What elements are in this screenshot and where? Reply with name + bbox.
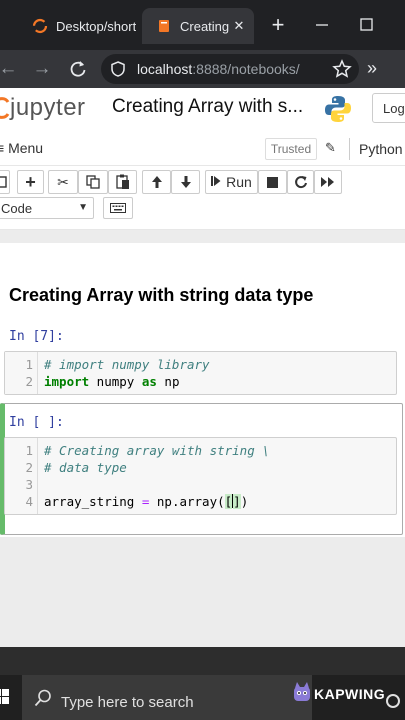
trusted-indicator[interactable]: Trusted [265,138,317,160]
url-text[interactable]: localhost:8888/notebooks/ [137,61,323,77]
code-editor[interactable]: 1 2 3 4 # Creating array with string \ #… [4,437,397,515]
forward-arrow-icon[interactable]: → [30,57,54,81]
browser-toolbar: ← → localhost:8888/notebooks/ » [0,50,405,88]
cortana-circle-icon[interactable] [386,694,400,708]
copy-icon[interactable] [78,170,108,194]
step-forward-icon [211,174,221,190]
line-number: 1 [25,357,33,372]
jupyter-header: jupyter Creating Array with s... Log [0,88,405,128]
hamburger-icon: ≡ [0,140,5,156]
code-line: # data type [44,460,127,475]
line-number: 4 [25,494,33,509]
markdown-heading[interactable]: Creating Array with string data type [9,285,313,306]
save-icon[interactable] [0,170,10,194]
new-tab-button[interactable]: + [266,12,290,38]
line-number: 2 [25,460,33,475]
paste-clipboard-icon[interactable] [108,170,137,194]
maximize-icon[interactable] [354,14,378,36]
browser-tab-strip: Desktop/short Creating Ar ✕ + [0,0,405,50]
desktop-strip [0,647,405,675]
run-button[interactable]: Run [205,170,258,194]
kapwing-mascot-icon [294,682,310,701]
notebook-container: Creating Array with string data type In … [0,243,405,537]
browser-tab-active[interactable]: Creating Ar ✕ [142,8,254,44]
notebook-title[interactable]: Creating Array with s... [112,96,312,118]
windows-start-icon[interactable] [0,689,10,705]
menu-label: Menu [8,140,44,156]
cell-type-select[interactable]: Code ▼ [0,197,94,219]
cut-scissors-icon[interactable]: ✂ [48,170,78,194]
address-bar[interactable]: localhost:8888/notebooks/ [101,54,359,84]
menu-button[interactable]: ≡ Menu [0,140,43,156]
kapwing-text: KAPWING [314,686,386,702]
code-line: import numpy as np [44,374,180,389]
move-down-arrow-icon[interactable] [171,170,200,194]
edit-mode-pencil-icon: ✎ [325,140,336,155]
restart-run-all-icon[interactable] [314,170,342,194]
jupyter-logo-text: jupyter [10,94,86,121]
line-number: 1 [25,443,33,458]
tab-title: Creating Ar [180,18,230,34]
move-up-arrow-icon[interactable] [142,170,171,194]
reload-icon[interactable] [66,57,90,81]
code-line: # import numpy library [44,357,210,372]
python-logo-icon [323,94,353,124]
code-line: array_string = np.array([]) [44,494,249,509]
back-arrow-icon[interactable]: ← [0,57,20,81]
restart-kernel-icon[interactable] [287,170,314,194]
notebook-favicon-icon [156,18,172,34]
input-prompt: In [7]: [9,329,64,344]
notebook-menubar: ≡ Menu Trusted ✎ Python 3 [0,128,405,166]
taskbar-search-box[interactable]: Type here to search [22,675,312,720]
bookmark-star-icon[interactable] [331,58,353,80]
extensions-overflow-icon[interactable]: » [367,58,377,79]
run-label: Run [226,174,252,190]
minimize-icon[interactable] [310,14,334,36]
notebook-background [0,537,405,647]
jupyter-logo[interactable]: jupyter [0,94,94,122]
windows-taskbar: Type here to search KAPWING [0,675,405,720]
jupyter-favicon-icon [32,18,48,34]
input-prompt: In [ ]: [9,415,64,430]
close-tab-icon[interactable]: ✕ [230,18,248,34]
search-icon [34,689,52,707]
insert-cell-plus-icon[interactable]: + [17,170,44,194]
logout-button[interactable]: Log [372,93,405,123]
stop-icon[interactable] [258,170,287,194]
keyboard-icon[interactable] [103,197,133,219]
code-editor[interactable]: 1 2 # import numpy library import numpy … [4,351,397,395]
tab-title: Desktop/short [56,18,136,34]
shield-icon[interactable] [109,60,127,78]
browser-tab-desktop[interactable]: Desktop/short [18,8,136,44]
line-number: 2 [25,374,33,389]
cell-type-value: Code [1,201,33,216]
code-line: # Creating array with string \ [44,443,270,458]
kernel-name[interactable]: Python 3 [349,138,405,160]
line-number-gutter: 1 2 [5,352,38,394]
search-placeholder: Type here to search [61,694,194,711]
notebook-toolbar: + ✂ Run Code ▼ [0,166,405,230]
kapwing-watermark: KAPWING [292,681,392,709]
line-number-gutter: 1 2 3 4 [5,438,38,514]
line-number: 3 [25,477,33,492]
chevron-down-icon: ▼ [78,202,88,213]
